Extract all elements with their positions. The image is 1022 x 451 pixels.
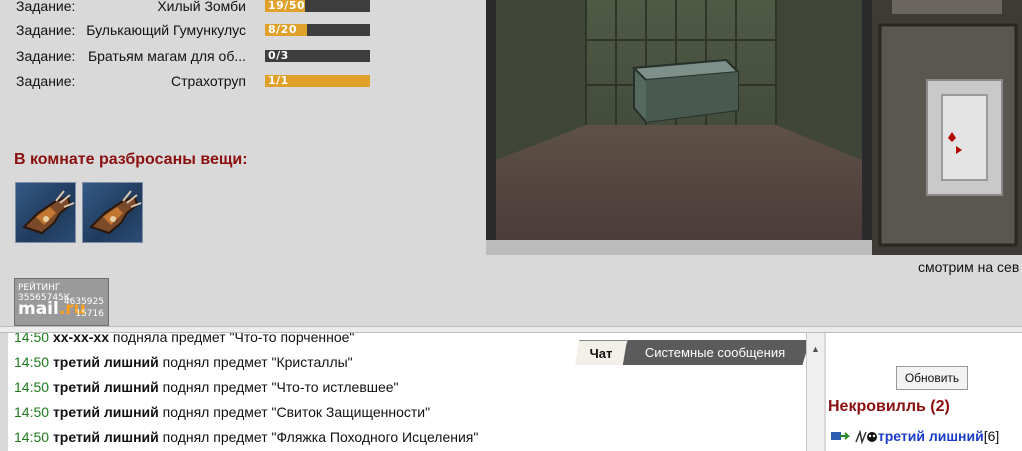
- chat-line: 14:50 третий лишний поднял предмет "Крис…: [14, 354, 353, 374]
- chat-user[interactable]: xx-xx-xx: [53, 333, 109, 345]
- pane-divider[interactable]: [0, 326, 1022, 333]
- chat-message: поднял предмет "Фляжка Походного Исцелен…: [162, 429, 479, 445]
- chat-user[interactable]: третий лишний: [53, 354, 159, 370]
- quest-row: Задание: Страхотруп 1/1: [16, 73, 370, 90]
- quest-label: Задание:: [16, 0, 76, 14]
- quest-progress-bar: 8/20: [265, 23, 370, 36]
- player-level: [6]: [983, 428, 1000, 444]
- quest-row: Задание: Братьям магам для об... 0/3: [16, 48, 370, 65]
- room-item-gauntlet[interactable]: [15, 182, 76, 243]
- chat-time: 14:50: [14, 429, 50, 445]
- gauntlet-icon: [22, 190, 75, 235]
- tab-chat[interactable]: Чат: [575, 340, 627, 365]
- minimap[interactable]: [872, 0, 1022, 255]
- chat-line: 14:50 третий лишний поднял предмет "Фляж…: [14, 429, 478, 449]
- refresh-button[interactable]: Обновить: [896, 366, 968, 390]
- mailru-logo-text: mail: [18, 299, 59, 319]
- quest-progress-bar: 0/3: [265, 49, 370, 62]
- quest-progress-text: 19/50: [268, 0, 306, 12]
- chat-message: подняла предмет "Что-то порченное": [112, 333, 355, 345]
- rating-visitors: 4635925: [63, 297, 104, 307]
- quest-progress-text: 8/20: [268, 23, 297, 36]
- chat-line: 14:50 третий лишний поднял предмет "Свит…: [14, 404, 430, 424]
- chat-time: 14:50: [14, 404, 50, 420]
- rating-hits: 15716: [75, 309, 104, 319]
- chat-message: поднял предмет "Что-то истлевшее": [162, 379, 399, 395]
- player-entry[interactable]: третий лишний[6]: [830, 428, 1000, 445]
- quest-label: Задание:: [16, 73, 76, 89]
- quest-progress-text: 1/1: [268, 74, 289, 87]
- quest-name: Хилый Зомби: [157, 0, 246, 14]
- gauntlet-icon: [89, 190, 142, 235]
- chat-user[interactable]: третий лишний: [53, 379, 159, 395]
- chat-user[interactable]: третий лишний: [53, 404, 159, 420]
- chat-message: поднял предмет "Кристаллы": [162, 354, 353, 370]
- view-direction-caption: смотрим на сев: [918, 259, 1020, 275]
- quest-row: Задание: Булькающий Гумункулус 8/20: [16, 22, 370, 39]
- quest-name: Страхотруп: [170, 73, 246, 89]
- location-title: Некровилль (2): [828, 398, 950, 415]
- quest-label: Задание:: [16, 48, 76, 64]
- quest-row: Задание: Хилый Зомби 19/50: [16, 0, 370, 15]
- quest-progress-bar: 1/1: [265, 74, 370, 87]
- quest-name: Булькающий Гумункулус: [86, 22, 246, 38]
- quest-name: Братьям магам для об...: [87, 48, 246, 64]
- room-items-title: В комнате разбросаны вещи:: [14, 151, 248, 168]
- chat-time: 14:50: [14, 333, 50, 345]
- quest-label: Задание:: [16, 22, 76, 38]
- mailru-rating-badge[interactable]: РЕЙТИНГ 35565745К mail.ru 4635925 15716: [14, 278, 109, 326]
- quest-progress-text: 0/3: [268, 49, 289, 62]
- player-name[interactable]: третий лишний: [878, 428, 984, 444]
- chat-time: 14:50: [14, 354, 50, 370]
- chat-message: поднял предмет "Свиток Защищенности": [162, 404, 431, 420]
- chat-scrollbar[interactable]: ▲: [806, 333, 824, 451]
- chat-line: 14:50 xx-xx-xx подняла предмет "Что-то п…: [14, 333, 354, 349]
- chat-line: 14:50 третий лишний поднял предмет "Что-…: [14, 379, 399, 399]
- private-message-icon[interactable]: [830, 430, 851, 444]
- chat-user[interactable]: третий лишний: [53, 429, 159, 445]
- chat-time: 14:50: [14, 379, 50, 395]
- clan-sign-icon: [854, 429, 878, 445]
- room-item-gauntlet[interactable]: [82, 182, 143, 243]
- quest-progress-bar: 19/50: [265, 0, 370, 12]
- room-scene: [486, 0, 872, 255]
- room-scene-view[interactable]: [486, 0, 872, 255]
- scroll-up-icon[interactable]: ▲: [811, 344, 820, 354]
- tab-system-messages[interactable]: Системные сообщения: [620, 340, 810, 365]
- minimap-graphic: [872, 0, 1022, 255]
